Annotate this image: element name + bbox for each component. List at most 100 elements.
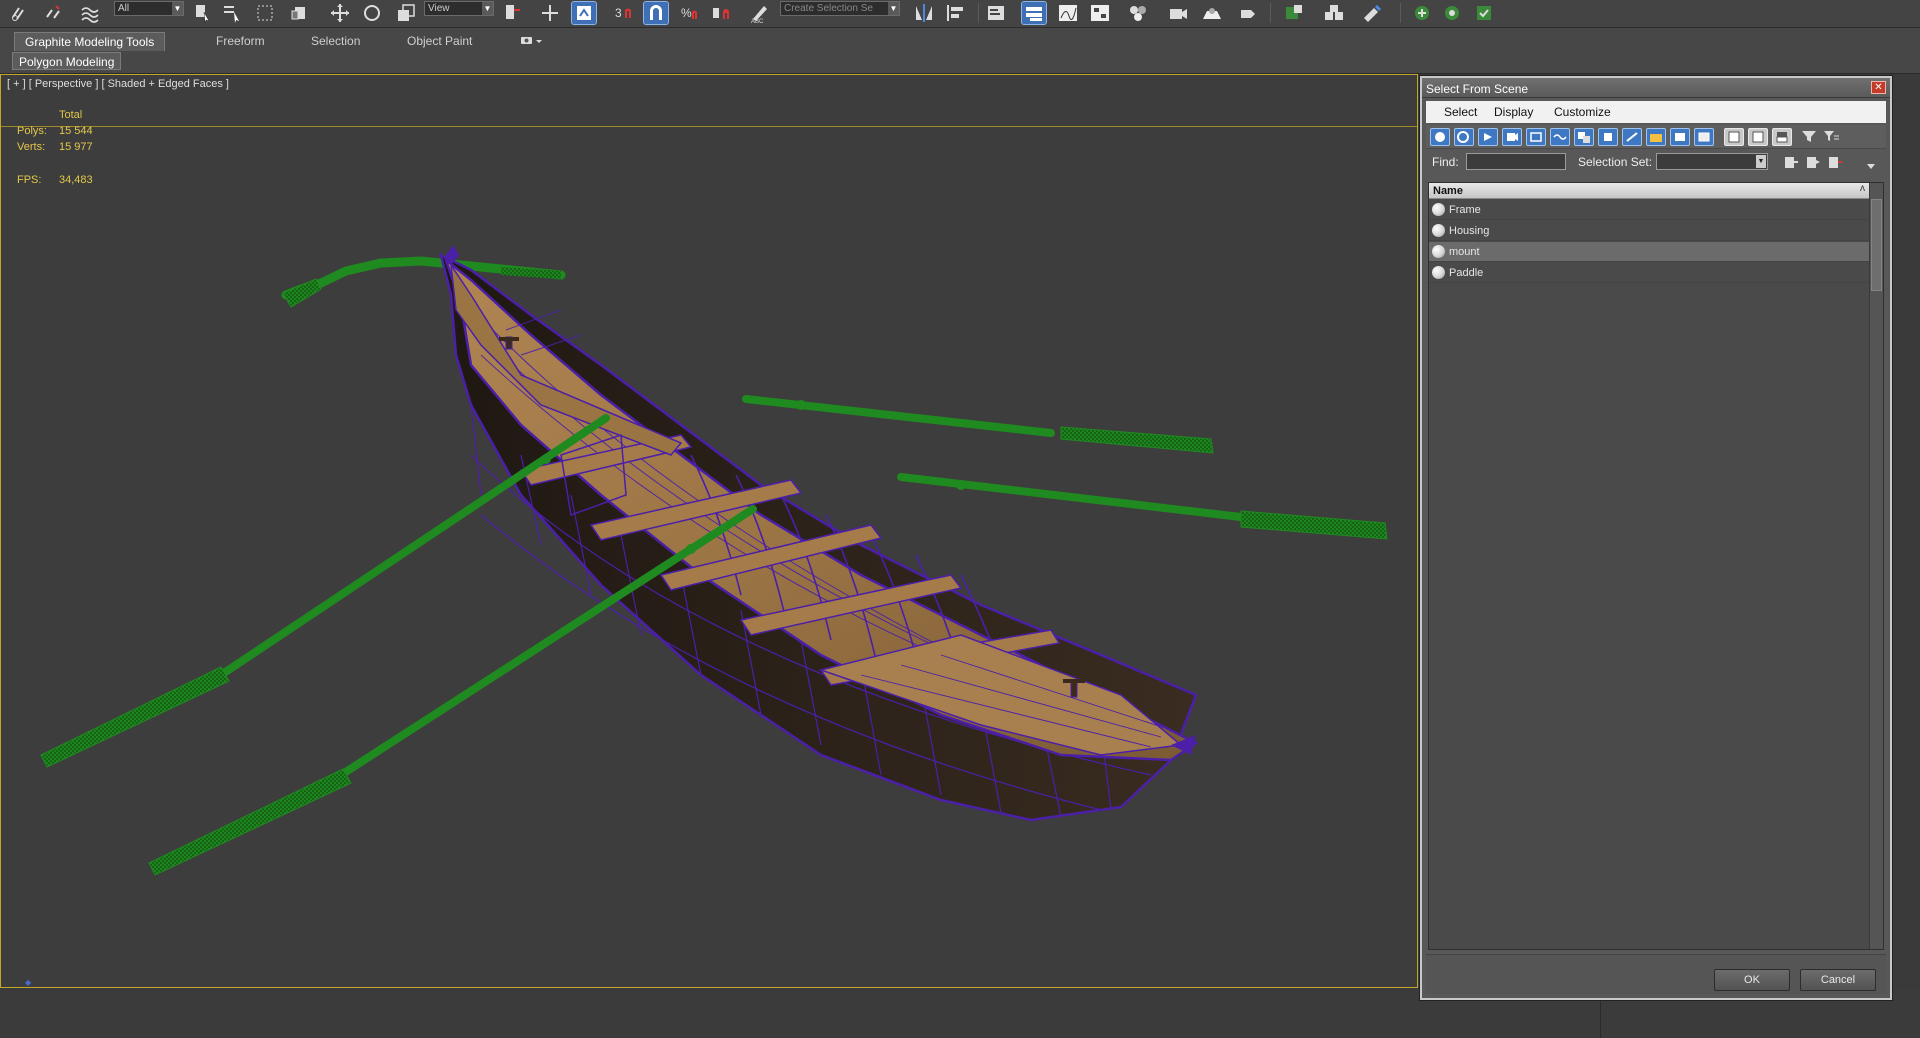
subtab-polygon-modeling[interactable]: Polygon Modeling: [12, 52, 122, 70]
material-editor-icon[interactable]: [1126, 2, 1150, 24]
filter-lights-icon[interactable]: [1478, 128, 1498, 146]
graphite-toggle-icon[interactable]: [1282, 2, 1306, 24]
list-item-frame[interactable]: Frame: [1429, 200, 1869, 220]
list-item-paddle[interactable]: Paddle: [1429, 263, 1869, 283]
menu-customize[interactable]: Customize: [1554, 105, 1611, 119]
chevron-down-icon: ▼: [888, 2, 899, 15]
angle-snap-icon[interactable]: [643, 1, 669, 25]
find-input[interactable]: [1466, 153, 1566, 170]
list-item-housing[interactable]: Housing: [1429, 221, 1869, 241]
oar-right-upper[interactable]: [742, 395, 1214, 454]
filter-hidden-icon[interactable]: [1694, 128, 1714, 146]
unlink-icon[interactable]: [42, 2, 66, 24]
schematic-view-icon[interactable]: [1088, 2, 1112, 24]
filter-spacewarps-icon[interactable]: [1550, 128, 1570, 146]
oar-right-lower[interactable]: [897, 473, 1388, 540]
keyboard-shortcut-icon[interactable]: [571, 1, 597, 25]
select-object-icon[interactable]: [190, 2, 214, 24]
render-setup-icon[interactable]: [1166, 2, 1190, 24]
layer-explorer-icon[interactable]: [1021, 1, 1047, 25]
scrollbar-thumb[interactable]: [1871, 199, 1882, 291]
menu-select[interactable]: Select: [1444, 105, 1477, 119]
oar-left-lower[interactable]: [148, 505, 757, 876]
extension-b-icon[interactable]: [1440, 2, 1464, 24]
boat-hull[interactable]: [439, 245, 1199, 822]
extension-c-icon[interactable]: [1472, 2, 1496, 24]
tab-freeform[interactable]: Freeform: [206, 32, 275, 51]
dialog-title: Select From Scene: [1426, 82, 1529, 96]
tab-selection[interactable]: Selection: [301, 32, 370, 51]
filter-bones-icon[interactable]: [1622, 128, 1642, 146]
geometry-sphere-icon: [1432, 245, 1445, 258]
rect-selection-icon[interactable]: [254, 2, 278, 24]
tab-graphite-modeling-tools[interactable]: Graphite Modeling Tools: [14, 32, 166, 51]
selection-set-dropdown[interactable]: ▼: [1656, 153, 1768, 170]
close-icon[interactable]: ✕: [1871, 81, 1886, 94]
filter-helpers-icon[interactable]: [1526, 128, 1546, 146]
ribbon: Graphite Modeling Tools Freeform Selecti…: [0, 28, 1920, 74]
select-by-name-icon[interactable]: [220, 2, 244, 24]
rotate-icon[interactable]: [360, 2, 384, 24]
filter-containers-icon[interactable]: [1646, 128, 1666, 146]
selection-filter-dropdown[interactable]: All ▼: [114, 1, 184, 16]
scale-icon[interactable]: [394, 2, 418, 24]
select-manipulate-icon[interactable]: [538, 2, 562, 24]
snaps-toggle-icon[interactable]: 3: [612, 2, 636, 24]
ribbon-options-icon[interactable]: [519, 34, 545, 48]
extension-a-icon[interactable]: [1410, 2, 1434, 24]
tab-object-paint[interactable]: Object Paint: [397, 32, 482, 51]
mirror-icon[interactable]: [912, 2, 936, 24]
boat-model[interactable]: [1, 75, 1418, 988]
create-set-icon[interactable]: [1782, 154, 1800, 170]
percent-snap-icon[interactable]: %: [678, 2, 702, 24]
chevron-down-icon[interactable]: [1862, 159, 1880, 175]
ref-coord-dropdown[interactable]: View ▼: [424, 1, 494, 16]
rendered-frame-icon[interactable]: [1200, 2, 1224, 24]
containers-icon[interactable]: [1322, 2, 1346, 24]
select-invert-icon[interactable]: [1772, 128, 1792, 146]
list-item-label: Housing: [1449, 225, 1490, 237]
oar-left-upper[interactable]: [40, 414, 610, 768]
selection-set-label: Selection Set:: [1578, 155, 1653, 169]
named-selection-dropdown[interactable]: Create Selection Se ▼: [780, 1, 900, 16]
remove-from-set-icon[interactable]: [1826, 154, 1844, 170]
cancel-button[interactable]: Cancel: [1800, 969, 1876, 991]
curve-editor-icon[interactable]: [1056, 2, 1080, 24]
dialog-titlebar[interactable]: Select From Scene ✕: [1422, 78, 1890, 98]
filter-cameras-icon[interactable]: [1502, 128, 1522, 146]
geometry-sphere-icon: [1432, 266, 1445, 279]
select-all-icon[interactable]: [1724, 128, 1744, 146]
add-to-set-icon[interactable]: [1804, 154, 1822, 170]
filter-groups-icon[interactable]: [1574, 128, 1594, 146]
brush-preset-icon[interactable]: [1360, 2, 1384, 24]
select-none-icon[interactable]: [1748, 128, 1768, 146]
move-icon[interactable]: [328, 2, 352, 24]
window-crossing-icon[interactable]: [288, 2, 312, 24]
list-item-label: Paddle: [1449, 267, 1484, 279]
filter-xrefs-icon[interactable]: [1598, 128, 1618, 146]
filter-geometry-icon[interactable]: [1430, 128, 1450, 146]
list-column-header[interactable]: Name ʌ: [1429, 183, 1869, 199]
list-scrollbar[interactable]: [1869, 183, 1883, 949]
object-list[interactable]: Name ʌ Frame Housing mount Paddle: [1428, 182, 1884, 950]
spinner-snap-icon[interactable]: [710, 2, 734, 24]
link-icon[interactable]: [8, 2, 32, 24]
pivot-center-icon[interactable]: [500, 2, 524, 24]
oar-back[interactable]: [281, 256, 566, 308]
edit-named-selection-icon[interactable]: ABC: [748, 2, 772, 24]
scene-explorer-icon[interactable]: [984, 2, 1008, 24]
bind-spacewarp-icon[interactable]: [78, 2, 102, 24]
filter-options-icon[interactable]: [1822, 128, 1840, 144]
render-production-icon[interactable]: [1236, 2, 1260, 24]
ok-button[interactable]: OK: [1714, 969, 1790, 991]
filter-frozen-icon[interactable]: [1670, 128, 1690, 146]
filter-shapes-icon[interactable]: [1454, 128, 1474, 146]
filter-funnel-icon[interactable]: [1800, 128, 1818, 144]
align-icon[interactable]: [944, 2, 968, 24]
menu-display[interactable]: Display: [1494, 105, 1533, 119]
list-item-mount[interactable]: mount: [1429, 242, 1869, 262]
dialog-button-bar: OK Cancel: [1426, 954, 1886, 994]
selection-filter-value: All: [118, 3, 130, 14]
svg-text:%: %: [681, 6, 692, 20]
perspective-viewport[interactable]: [ + ] [ Perspective ] [ Shaded + Edged F…: [0, 74, 1418, 988]
